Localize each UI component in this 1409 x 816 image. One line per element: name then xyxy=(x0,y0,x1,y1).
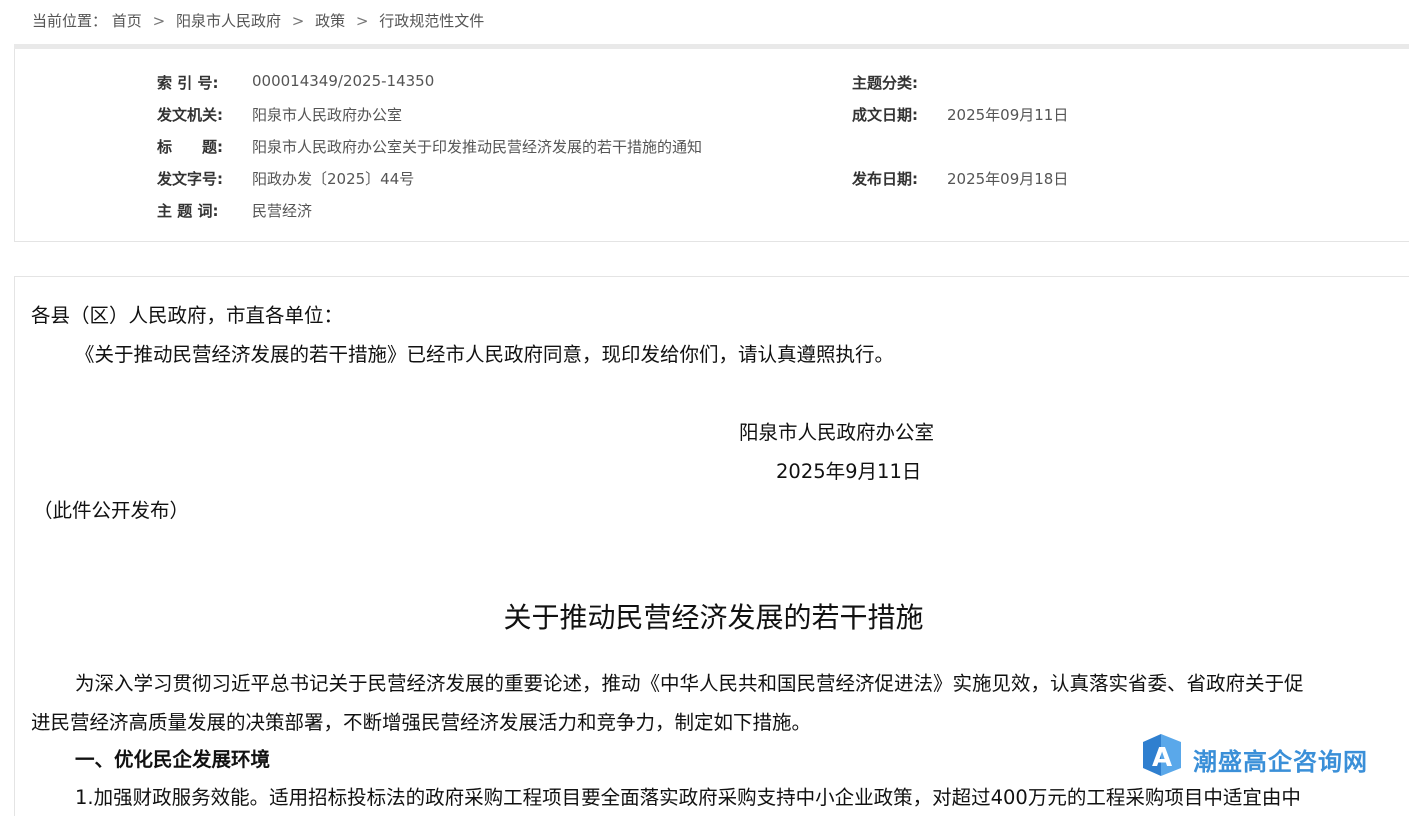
disclosure-note: （此件公开发布） xyxy=(33,499,190,522)
breadcrumb-separator: > xyxy=(152,12,166,30)
breadcrumb-separator: > xyxy=(355,12,369,30)
breadcrumb-home-link[interactable]: 首页 xyxy=(112,12,142,30)
written-date-value: 2025年09月11日 xyxy=(947,106,1069,124)
breadcrumb: 当前位置： 首页 > 阳泉市人民政府 > 政策 > 行政规范性文件 xyxy=(32,10,484,31)
meta-row-keywords: 主 题 词: 民营经济 xyxy=(15,200,1395,222)
breadcrumb-separator: > xyxy=(291,12,305,30)
salutation: 各县（区）人民政府，市直各单位： xyxy=(31,304,344,327)
issuer-value: 阳泉市人民政府办公室 xyxy=(252,106,403,124)
notice-paragraph: 《关于推动民营经济发展的若干措施》已经市人民政府同意，现印发给你们，请认真遵照执… xyxy=(75,343,895,366)
watermark: A 潮盛高企咨询网 xyxy=(1141,732,1371,778)
published-date-value: 2025年09月18日 xyxy=(947,170,1069,188)
issuer-label: 发文机关: xyxy=(157,106,223,124)
section-heading-1: 一、优化民企发展环境 xyxy=(75,748,271,771)
keywords-label: 主 题 词: xyxy=(157,202,219,220)
title-label: 标 题: xyxy=(157,138,223,156)
written-date-label: 成文日期: xyxy=(852,106,918,124)
docno-label: 发文字号: xyxy=(157,170,223,188)
breadcrumb-normative-docs-link[interactable]: 行政规范性文件 xyxy=(379,12,484,30)
docno-value: 阳政办发〔2025〕44号 xyxy=(252,170,415,188)
title-value: 阳泉市人民政府办公室关于印发推动民营经济发展的若干措施的通知 xyxy=(252,138,703,156)
index-label: 索 引 号: xyxy=(157,74,219,92)
index-value: 000014349/2025-14350 xyxy=(252,72,435,90)
published-date-label: 发布日期: xyxy=(852,170,918,188)
breadcrumb-government-link[interactable]: 阳泉市人民政府 xyxy=(176,12,281,30)
signature-org: 阳泉市人民政府办公室 xyxy=(739,421,935,444)
svg-text:A: A xyxy=(1152,743,1172,773)
breadcrumb-policy-link[interactable]: 政策 xyxy=(315,12,345,30)
meta-row-docno: 发文字号: 阳政办发〔2025〕44号 发布日期: 2025年09月18日 xyxy=(15,168,1395,190)
document-title: 关于推动民营经济发展的若干措施 xyxy=(503,601,924,634)
meta-row-title: 标 题: 阳泉市人民政府办公室关于印发推动民营经济发展的若干措施的通知 xyxy=(15,136,1395,158)
category-label: 主题分类: xyxy=(852,74,918,92)
intro-paragraph-line2: 进民营经济高质量发展的决策部署，不断增强民营经济发展活力和竞争力，制定如下措施。 xyxy=(31,711,812,734)
signature-date: 2025年9月11日 xyxy=(776,460,922,483)
keywords-value: 民营经济 xyxy=(252,202,313,220)
intro-paragraph-line1: 为深入学习贯彻习近平总书记关于民营经济发展的重要论述，推动《中华人民共和国民营经… xyxy=(75,672,1304,695)
document-meta-panel: 索 引 号: 000014349/2025-14350 主题分类: 发文机关: … xyxy=(14,49,1409,242)
watermark-logo-icon: A xyxy=(1143,734,1181,776)
breadcrumb-prefix: 当前位置： xyxy=(32,12,108,30)
meta-row-index: 索 引 号: 000014349/2025-14350 主题分类: xyxy=(15,72,1395,94)
meta-row-issuer: 发文机关: 阳泉市人民政府办公室 成文日期: 2025年09月11日 xyxy=(15,104,1395,126)
watermark-text: 潮盛高企咨询网 xyxy=(1193,747,1368,776)
